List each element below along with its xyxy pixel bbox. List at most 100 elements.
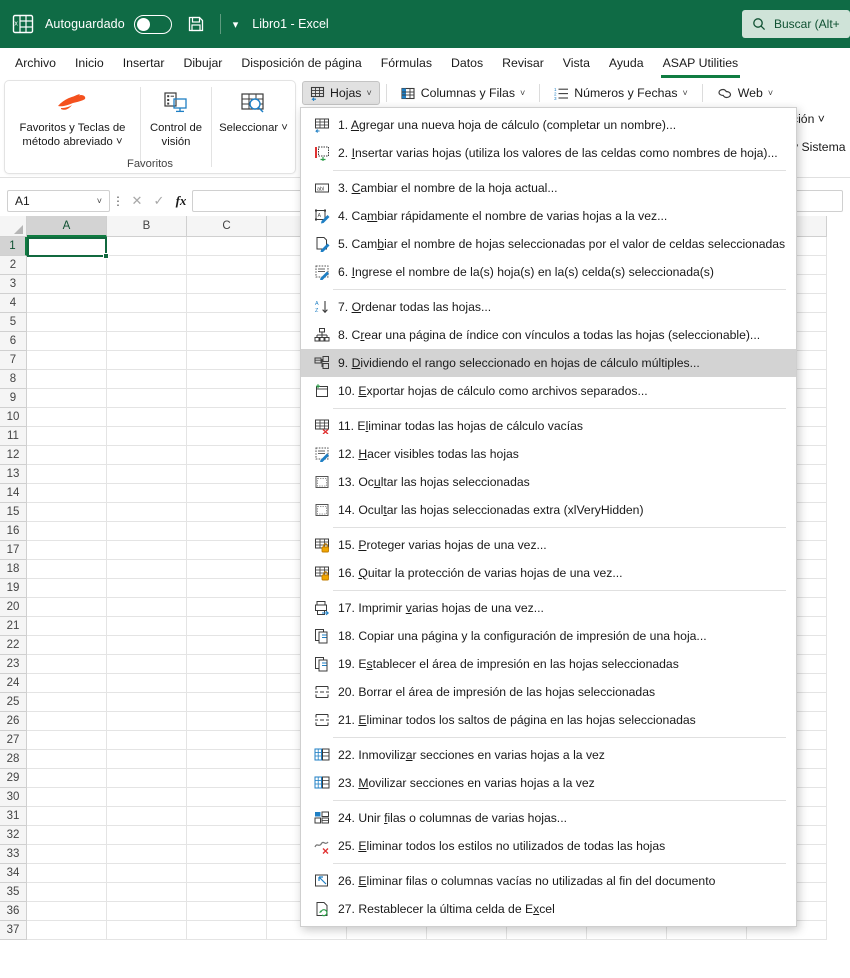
row-header-22[interactable]: 22 xyxy=(0,636,27,655)
row-header-31[interactable]: 31 xyxy=(0,807,27,826)
columnas-filas-menu-button[interactable]: Columnas y Filas ˅ xyxy=(393,81,534,105)
cell-B22[interactable] xyxy=(107,636,187,655)
cell-C6[interactable] xyxy=(187,332,267,351)
tab-disposicion-de-pagina[interactable]: Disposición de página xyxy=(232,53,370,74)
cell-C13[interactable] xyxy=(187,465,267,484)
cell-B21[interactable] xyxy=(107,617,187,636)
row-header-3[interactable]: 3 xyxy=(0,275,27,294)
confirm-icon[interactable]: ✓ xyxy=(148,193,170,209)
cell-B11[interactable] xyxy=(107,427,187,446)
tab-dibujar[interactable]: Dibujar xyxy=(174,53,231,74)
cell-B19[interactable] xyxy=(107,579,187,598)
hojas-dropdown-menu[interactable]: 1. Agregar una nueva hoja de cálculo (co… xyxy=(300,107,797,927)
cell-C34[interactable] xyxy=(187,864,267,883)
cell-B12[interactable] xyxy=(107,446,187,465)
cell-C1[interactable] xyxy=(187,237,267,256)
save-icon[interactable] xyxy=(184,12,208,36)
menu-item-15[interactable]: 15. Proteger varias hojas de una vez... xyxy=(301,531,796,559)
fill-handle[interactable] xyxy=(102,252,109,259)
cell-B15[interactable] xyxy=(107,503,187,522)
cell-B37[interactable] xyxy=(107,921,187,940)
cell-C2[interactable] xyxy=(187,256,267,275)
cell-B14[interactable] xyxy=(107,484,187,503)
cell-B23[interactable] xyxy=(107,655,187,674)
numeros-fechas-menu-button[interactable]: 1 2 3 Números y Fechas ˅ xyxy=(546,81,695,105)
row-header-30[interactable]: 30 xyxy=(0,788,27,807)
menu-item-11[interactable]: 11. Eliminar todas las hojas de cálculo … xyxy=(301,412,796,440)
customize-quick-access-icon[interactable]: ▾ xyxy=(233,18,239,31)
cell-B9[interactable] xyxy=(107,389,187,408)
menu-item-24[interactable]: 24. Unir filas o columnas de varias hoja… xyxy=(301,804,796,832)
row-header-5[interactable]: 5 xyxy=(0,313,27,332)
cell-C32[interactable] xyxy=(187,826,267,845)
tab-formulas[interactable]: Fórmulas xyxy=(372,53,441,74)
cell-A30[interactable] xyxy=(27,788,107,807)
row-header-24[interactable]: 24 xyxy=(0,674,27,693)
row-header-17[interactable]: 17 xyxy=(0,541,27,560)
menu-item-1[interactable]: 1. Agregar una nueva hoja de cálculo (co… xyxy=(301,111,796,139)
row-header-6[interactable]: 6 xyxy=(0,332,27,351)
cell-C9[interactable] xyxy=(187,389,267,408)
cell-B27[interactable] xyxy=(107,731,187,750)
cell-C21[interactable] xyxy=(187,617,267,636)
row-header-7[interactable]: 7 xyxy=(0,351,27,370)
row-header-36[interactable]: 36 xyxy=(0,902,27,921)
cell-A8[interactable] xyxy=(27,370,107,389)
cell-B17[interactable] xyxy=(107,541,187,560)
row-header-4[interactable]: 4 xyxy=(0,294,27,313)
cell-C12[interactable] xyxy=(187,446,267,465)
row-header-29[interactable]: 29 xyxy=(0,769,27,788)
menu-item-16[interactable]: 16. Quitar la protección de varias hojas… xyxy=(301,559,796,587)
row-header-23[interactable]: 23 xyxy=(0,655,27,674)
cell-B28[interactable] xyxy=(107,750,187,769)
tab-inicio[interactable]: Inicio xyxy=(66,53,113,74)
cell-A37[interactable] xyxy=(27,921,107,940)
menu-item-3[interactable]: abl 3. Cambiar el nombre de la hoja actua… xyxy=(301,174,796,202)
row-header-20[interactable]: 20 xyxy=(0,598,27,617)
menu-item-7[interactable]: A Z 7. Ordenar todas las hojas... xyxy=(301,293,796,321)
cell-B3[interactable] xyxy=(107,275,187,294)
menu-item-27[interactable]: 27. Restablecer la última celda de Excel xyxy=(301,895,796,923)
cell-B34[interactable] xyxy=(107,864,187,883)
cell-A6[interactable] xyxy=(27,332,107,351)
cell-A33[interactable] xyxy=(27,845,107,864)
cell-B24[interactable] xyxy=(107,674,187,693)
cell-A31[interactable] xyxy=(27,807,107,826)
cell-A28[interactable] xyxy=(27,750,107,769)
cell-A20[interactable] xyxy=(27,598,107,617)
menu-item-5[interactable]: 5. Cambiar el nombre de hojas selecciona… xyxy=(301,230,796,258)
row-header-8[interactable]: 8 xyxy=(0,370,27,389)
row-header-10[interactable]: 10 xyxy=(0,408,27,427)
cell-B36[interactable] xyxy=(107,902,187,921)
web-menu-button[interactable]: Web ˅ xyxy=(709,81,781,105)
tab-asap-utilities[interactable]: ASAP Utilities xyxy=(654,53,748,78)
select-all-corner[interactable] xyxy=(0,216,27,237)
row-header-28[interactable]: 28 xyxy=(0,750,27,769)
cell-A35[interactable] xyxy=(27,883,107,902)
active-cell-selection[interactable] xyxy=(27,237,109,259)
row-header-12[interactable]: 12 xyxy=(0,446,27,465)
menu-item-10[interactable]: 10. Exportar hojas de cálculo como archi… xyxy=(301,377,796,405)
cell-A4[interactable] xyxy=(27,294,107,313)
cell-C5[interactable] xyxy=(187,313,267,332)
cell-C10[interactable] xyxy=(187,408,267,427)
menu-item-9[interactable]: 9. Dividiendo el rango seleccionado en h… xyxy=(301,349,796,377)
cell-B25[interactable] xyxy=(107,693,187,712)
cell-A2[interactable] xyxy=(27,256,107,275)
cell-A22[interactable] xyxy=(27,636,107,655)
column-header-C[interactable]: C xyxy=(187,216,267,237)
menu-item-21[interactable]: 21. Eliminar todos los saltos de página … xyxy=(301,706,796,734)
cell-A12[interactable] xyxy=(27,446,107,465)
cell-C35[interactable] xyxy=(187,883,267,902)
cell-C27[interactable] xyxy=(187,731,267,750)
ribbon-partial-item-2[interactable]: y Sistema xyxy=(792,140,846,154)
menu-item-18[interactable]: 18. Copiar una página y la configuración… xyxy=(301,622,796,650)
menu-item-6[interactable]: 6. Ingrese el nombre de la(s) hoja(s) en… xyxy=(301,258,796,286)
cell-C19[interactable] xyxy=(187,579,267,598)
cell-C26[interactable] xyxy=(187,712,267,731)
cell-C15[interactable] xyxy=(187,503,267,522)
cell-A32[interactable] xyxy=(27,826,107,845)
menu-item-4[interactable]: A 4. Cambiar rápidamente el nombre de var… xyxy=(301,202,796,230)
cell-A13[interactable] xyxy=(27,465,107,484)
cell-A19[interactable] xyxy=(27,579,107,598)
